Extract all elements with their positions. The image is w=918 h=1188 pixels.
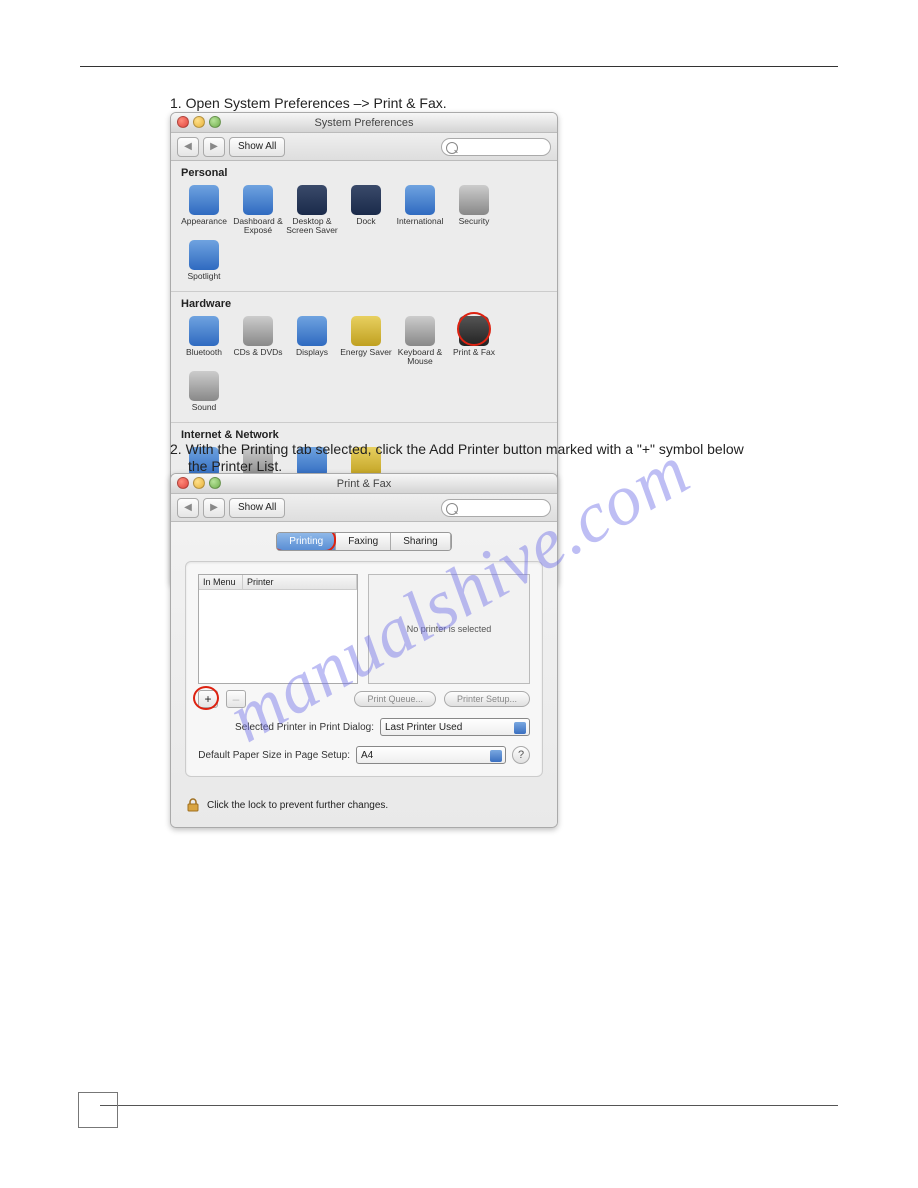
pref-item-label: Bluetooth [177,348,231,357]
tab-sharing[interactable]: Sharing [391,533,450,550]
pref-item-label: Appearance [177,217,231,226]
appearance-icon [189,185,219,215]
pref-item-print-fax[interactable]: Print & Fax [447,314,501,369]
pref-item-spotlight[interactable]: Spotlight [177,238,231,283]
window-body: Printing Faxing Sharing In Menu Printer … [171,522,557,827]
pref-item-label: Energy Saver [339,348,393,357]
print-fax-window: Print & Fax ◀ ▶ Show All Printing Faxing… [170,473,558,828]
pref-item-appearance[interactable]: Appearance [177,183,231,238]
sound-icon [189,371,219,401]
step2-cont: the Printer List. [188,458,282,474]
toolbar: ◀ ▶ Show All [171,494,557,522]
minimize-icon[interactable] [193,477,205,489]
tab-bar: Printing Faxing Sharing [276,532,451,551]
pref-item-label: Displays [285,348,339,357]
category-row: AppearanceDashboard & ExposéDesktop & Sc… [171,181,557,292]
col-printer: Printer [243,575,357,589]
back-button[interactable]: ◀ [177,498,199,518]
back-button[interactable]: ◀ [177,137,199,157]
step2-text: 2. With the Printing tab selected, click… [170,441,744,457]
toolbar: ◀ ▶ Show All [171,133,557,161]
window-title: System Preferences [314,117,413,129]
window-titlebar: Print & Fax [171,474,557,494]
category-header: Hardware [171,292,557,312]
printer-preview: No printer is selected [368,574,530,684]
zoom-icon[interactable] [209,477,221,489]
zoom-icon[interactable] [209,116,221,128]
page-number-box [78,1092,118,1128]
dock-icon [351,185,381,215]
forward-button[interactable]: ▶ [203,498,225,518]
pref-item-dashboard-expos-[interactable]: Dashboard & Exposé [231,183,285,238]
no-printer-label: No printer is selected [407,624,492,634]
category-header: Personal [171,161,557,181]
print-queue-button[interactable]: Print Queue... [354,691,436,707]
tab-faxing[interactable]: Faxing [336,533,391,550]
printer-list[interactable]: In Menu Printer [198,574,358,684]
help-button[interactable]: ? [512,746,530,764]
pref-item-label: CDs & DVDs [231,348,285,357]
pref-item-label: Keyboard & Mouse [393,348,447,367]
traffic-lights [177,477,221,489]
printer-list-header: In Menu Printer [199,575,357,590]
pref-item-energy-saver[interactable]: Energy Saver [339,314,393,369]
window-titlebar: System Preferences [171,113,557,133]
security-icon [459,185,489,215]
printer-setup-button[interactable]: Printer Setup... [444,691,530,707]
add-printer-button[interactable]: + [198,690,218,708]
pref-item-label: International [393,217,447,226]
print-fax-icon [459,316,489,346]
lock-row: Click the lock to prevent further change… [185,797,543,813]
spotlight-icon [189,240,219,270]
pref-item-displays[interactable]: Displays [285,314,339,369]
pref-item-cds-dvds[interactable]: CDs & DVDs [231,314,285,369]
pref-item-label: Desktop & Screen Saver [285,217,339,236]
pref-item-label: Spotlight [177,272,231,281]
desktop-screen-saver-icon [297,185,327,215]
selected-printer-popup[interactable]: Last Printer Used [380,718,530,736]
printing-panel: In Menu Printer No printer is selected +… [185,561,543,777]
minimize-icon[interactable] [193,116,205,128]
category-row: BluetoothCDs & DVDsDisplaysEnergy SaverK… [171,312,557,423]
lock-icon[interactable] [185,797,201,813]
dashboard-expos--icon [243,185,273,215]
show-all-button[interactable]: Show All [229,498,285,518]
remove-printer-button[interactable]: – [226,690,246,708]
search-input[interactable] [441,138,551,156]
col-in-menu: In Menu [199,575,243,589]
paper-size-label: Default Paper Size in Page Setup: [198,750,350,761]
pref-item-label: Dashboard & Exposé [231,217,285,236]
pref-item-label: Print & Fax [447,348,501,357]
step1-text: 1. Open System Preferences –> Print & Fa… [170,95,447,111]
pref-item-label: Dock [339,217,393,226]
pref-item-desktop-screen-saver[interactable]: Desktop & Screen Saver [285,183,339,238]
search-input[interactable] [441,499,551,517]
lock-text: Click the lock to prevent further change… [207,800,388,811]
displays-icon [297,316,327,346]
paper-size-popup[interactable]: A4 [356,746,506,764]
page-top-rule [80,66,838,67]
forward-button[interactable]: ▶ [203,137,225,157]
close-icon[interactable] [177,116,189,128]
close-icon[interactable] [177,477,189,489]
show-all-button[interactable]: Show All [229,137,285,157]
pref-item-bluetooth[interactable]: Bluetooth [177,314,231,369]
energy-saver-icon [351,316,381,346]
international-icon [405,185,435,215]
pref-item-sound[interactable]: Sound [177,369,231,414]
page-bottom-rule [100,1105,838,1106]
cds-dvds-icon [243,316,273,346]
tab-printing[interactable]: Printing [277,533,336,550]
traffic-lights [177,116,221,128]
keyboard-mouse-icon [405,316,435,346]
pref-item-international[interactable]: International [393,183,447,238]
bluetooth-icon [189,316,219,346]
window-title: Print & Fax [337,478,391,490]
pref-item-keyboard-mouse[interactable]: Keyboard & Mouse [393,314,447,369]
selected-printer-label: Selected Printer in Print Dialog: [235,722,374,733]
pref-item-security[interactable]: Security [447,183,501,238]
pref-item-dock[interactable]: Dock [339,183,393,238]
pref-item-label: Sound [177,403,231,412]
pref-item-label: Security [447,217,501,226]
